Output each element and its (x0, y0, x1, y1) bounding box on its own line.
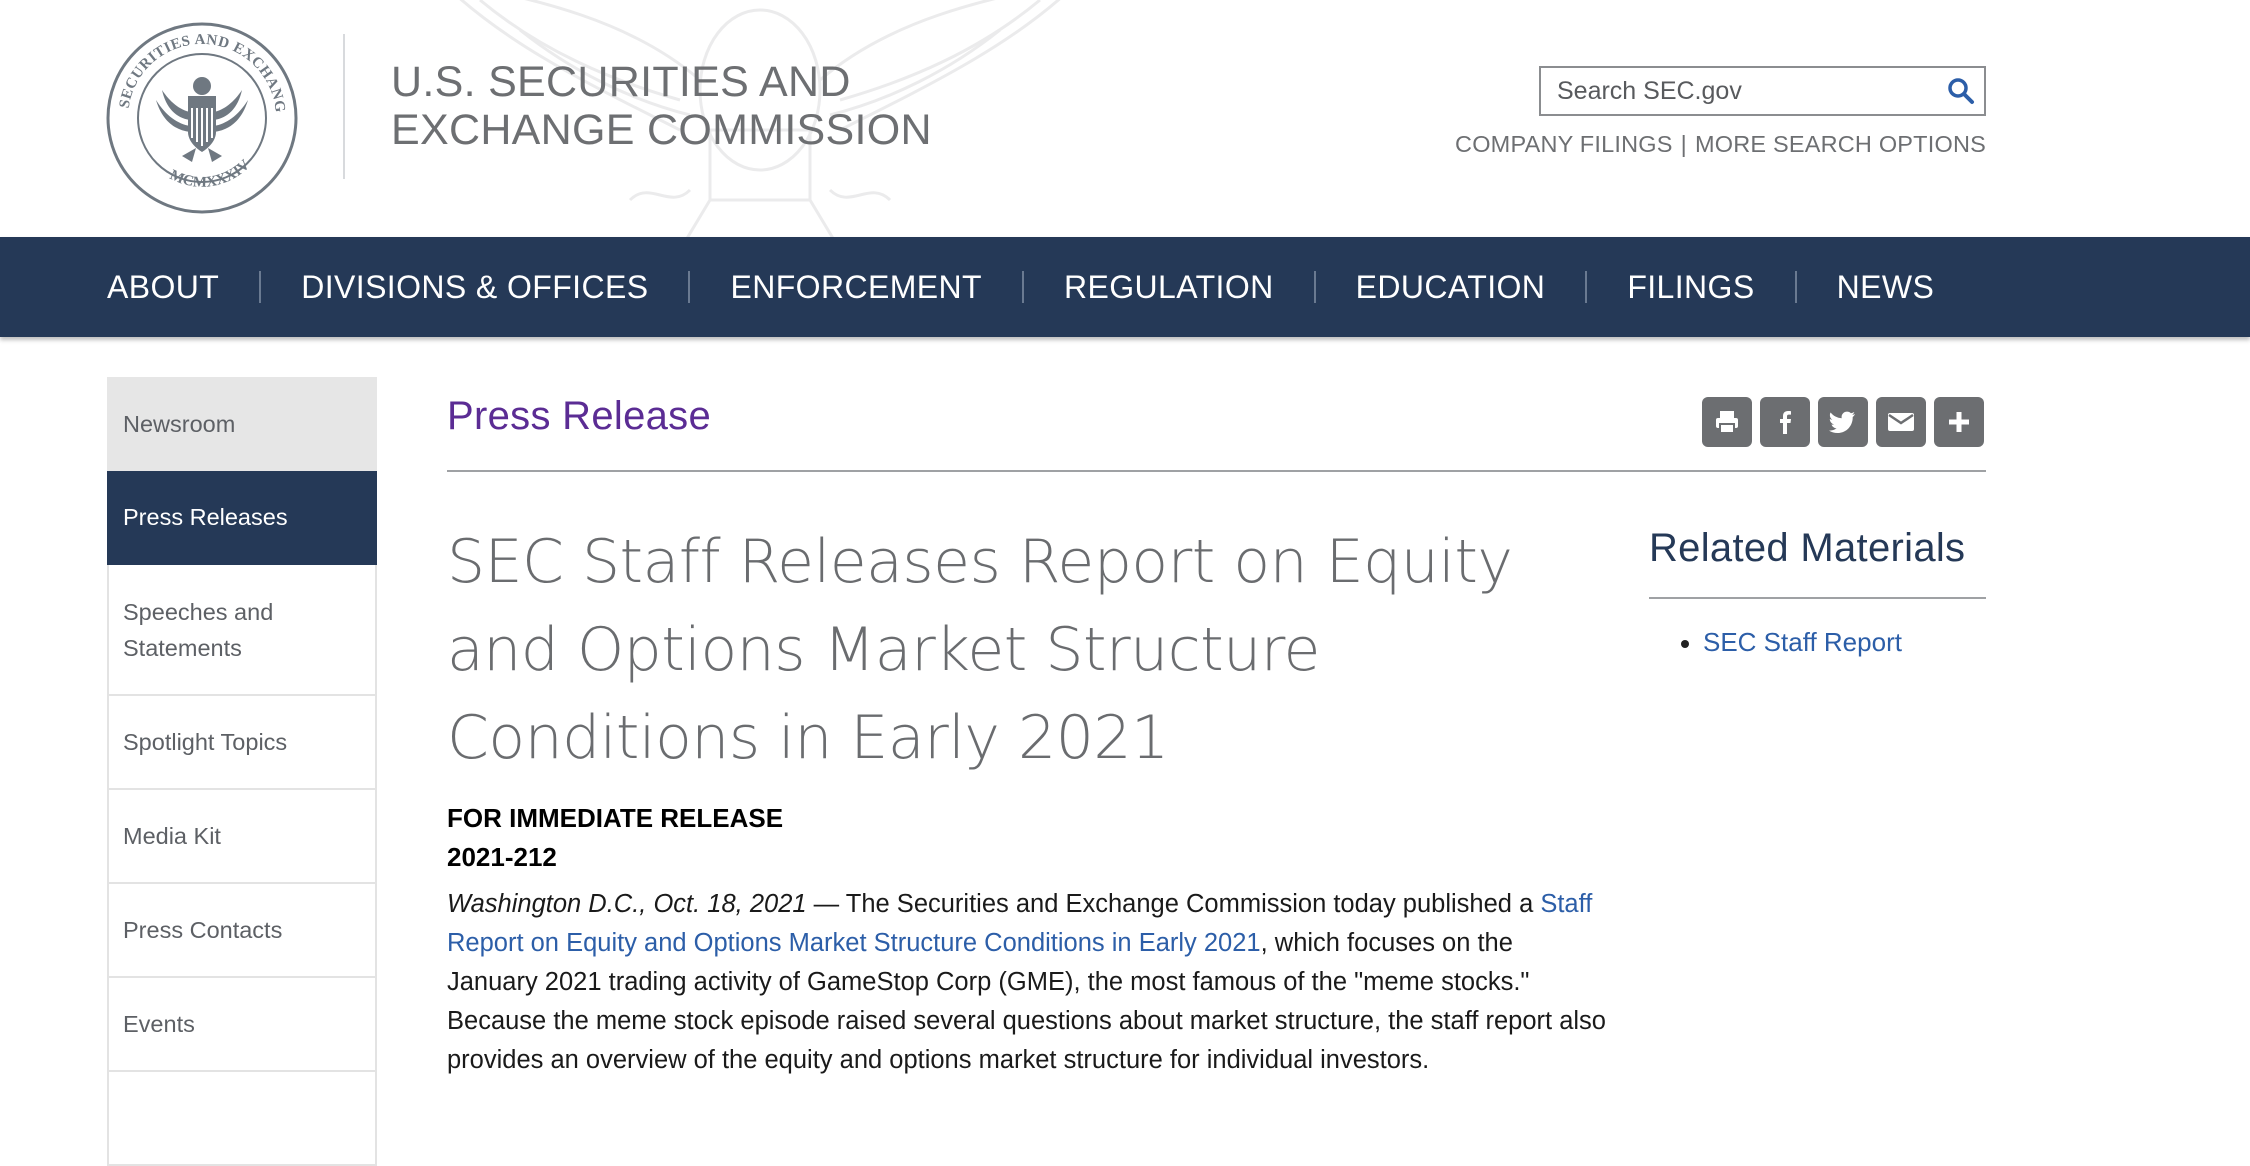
article-title: SEC Staff Releases Report on Equity and … (447, 527, 1513, 773)
nav-item-filings[interactable]: FILINGS (1627, 269, 1754, 306)
section-divider (447, 470, 1986, 472)
site-header: SECURITIES AND EXCHANGE COMMISSION MCMXX… (0, 0, 2250, 237)
sidebar-item-media-kit[interactable]: Media Kit (107, 790, 377, 884)
agency-title-line1: U.S. SECURITIES AND (391, 58, 851, 106)
sec-staff-report-link[interactable]: SEC Staff Report (1703, 627, 1902, 657)
dateline-dash: — (806, 890, 846, 918)
nav-separator (688, 271, 691, 303)
nav-separator (1021, 271, 1024, 303)
dateline: Washington D.C., Oct. 18, 2021 (447, 890, 807, 918)
sidebar-item-next[interactable] (107, 1072, 377, 1166)
release-number: 2021-212 (447, 842, 557, 872)
release-label: FOR IMMEDIATE RELEASE (447, 803, 784, 833)
sec-seal-logo: SECURITIES AND EXCHANGE COMMISSION MCMXX… (104, 20, 298, 214)
body-intro: The Securities and Exchange Commission t… (845, 890, 1541, 918)
search-icon[interactable] (1946, 76, 1976, 106)
sidebar-item-spotlight-topics[interactable]: Spotlight Topics (107, 696, 377, 790)
nav-separator (1313, 271, 1316, 303)
nav-item-education[interactable]: EDUCATION (1356, 269, 1546, 306)
related-materials-list: SEC Staff Report (1681, 625, 1902, 659)
agency-title-line2: EXCHANGE COMMISSION (391, 106, 932, 154)
header-divider (343, 34, 345, 179)
list-item: SEC Staff Report (1681, 625, 1902, 659)
nav-item-news[interactable]: NEWS (1837, 269, 1935, 306)
email-icon (1888, 413, 1914, 431)
nav-separator (259, 271, 262, 303)
sidebar-item-press-releases[interactable]: Press Releases (107, 471, 377, 565)
email-share-button[interactable] (1876, 397, 1926, 447)
nav-item-divisions-offices[interactable]: DIVISIONS & OFFICES (301, 269, 648, 306)
sidebar-item-press-contacts[interactable]: Press Contacts (107, 884, 377, 978)
nav-item-regulation[interactable]: REGULATION (1064, 269, 1274, 306)
nav-item-about[interactable]: ABOUT (107, 269, 219, 306)
nav-separator (1794, 271, 1797, 303)
plus-icon (1949, 412, 1969, 432)
search-input[interactable] (1541, 68, 1927, 114)
nav-separator (1585, 271, 1588, 303)
sidebar-item-newsroom[interactable]: Newsroom (107, 377, 377, 471)
more-share-button[interactable] (1934, 397, 1984, 447)
related-materials-heading: Related Materials (1649, 526, 1966, 570)
agency-title[interactable]: U.S. SECURITIES AND EXCHANGE COMMISSION (391, 58, 951, 154)
twitter-icon (1829, 411, 1855, 433)
company-filings-link[interactable]: COMPANY FILINGS (1455, 131, 1673, 157)
sidebar-nav: Newsroom Press Releases Speeches and Sta… (107, 377, 377, 1166)
header-links: COMPANY FILINGS | MORE SEARCH OPTIONS (1450, 131, 1986, 158)
more-search-options-link[interactable]: MORE SEARCH OPTIONS (1695, 131, 1986, 157)
related-divider (1649, 597, 1986, 599)
facebook-share-button[interactable] (1760, 397, 1810, 447)
header-link-separator: | (1680, 131, 1687, 157)
nav-item-enforcement[interactable]: ENFORCEMENT (730, 269, 982, 306)
print-icon (1716, 411, 1738, 434)
share-toolbar (1702, 397, 1984, 447)
twitter-share-button[interactable] (1818, 397, 1868, 447)
print-button[interactable] (1702, 397, 1752, 447)
article-body: Washington D.C., Oct. 18, 2021 — The Sec… (447, 885, 1607, 1080)
search-box (1539, 66, 1986, 116)
main-navigation: ABOUT DIVISIONS & OFFICES ENFORCEMENT RE… (0, 237, 2250, 337)
sidebar-item-events[interactable]: Events (107, 978, 377, 1072)
section-heading: Press Release (447, 394, 712, 438)
sidebar-item-speeches-statements[interactable]: Speeches and Statements (107, 565, 377, 696)
facebook-icon (1780, 411, 1791, 434)
